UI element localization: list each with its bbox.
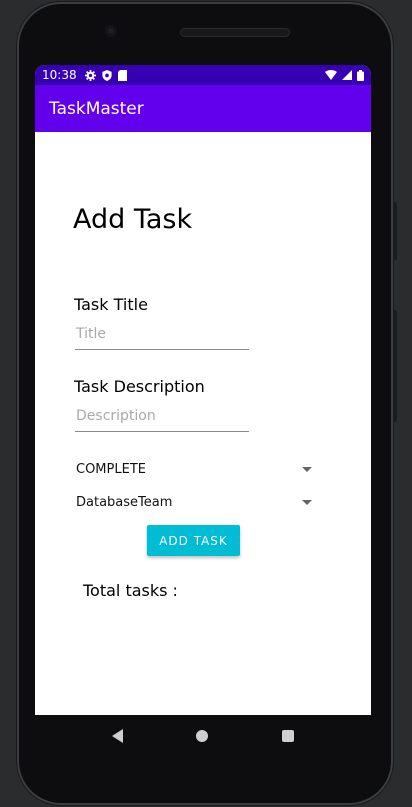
task-description-label: Task Description (74, 377, 205, 396)
battery-icon (357, 69, 364, 81)
app-bar: TaskMaster (35, 85, 371, 132)
task-title-label: Task Title (74, 295, 148, 314)
team-dropdown[interactable]: DatabaseTeam (76, 490, 312, 514)
task-description-input[interactable] (75, 404, 249, 432)
navigation-bar (35, 715, 371, 757)
power-button (393, 310, 397, 422)
device-screen: 10:38 TaskMaster Add Task Task Title Tit… (35, 65, 371, 715)
team-dropdown-value: DatabaseTeam (76, 494, 173, 510)
task-title-input[interactable] (75, 322, 249, 350)
sd-card-icon (117, 69, 127, 81)
front-camera (105, 25, 117, 37)
shield-icon (102, 69, 112, 81)
status-time: 10:38 (42, 68, 77, 82)
back-icon[interactable] (111, 729, 123, 743)
home-icon[interactable] (196, 730, 209, 742)
settings-icon (84, 69, 96, 81)
status-dropdown[interactable]: COMPLETE (76, 457, 312, 481)
add-task-button[interactable]: ADD TASK (147, 525, 240, 556)
wifi-icon (325, 70, 337, 80)
status-dropdown-value: COMPLETE (76, 461, 146, 477)
recent-apps-icon[interactable] (282, 730, 295, 742)
add-task-form: Add Task Task Title Task Description COM… (35, 132, 371, 715)
status-bar: 10:38 (35, 65, 371, 85)
total-tasks-label: Total tasks : (83, 581, 178, 600)
page-title: Add Task (73, 204, 193, 235)
app-title: TaskMaster (49, 98, 144, 119)
volume-button (393, 202, 397, 260)
dropdown-arrow-icon (302, 466, 312, 472)
earpiece-speaker (180, 28, 290, 37)
dropdown-arrow-icon (302, 499, 312, 505)
signal-icon (342, 70, 352, 80)
